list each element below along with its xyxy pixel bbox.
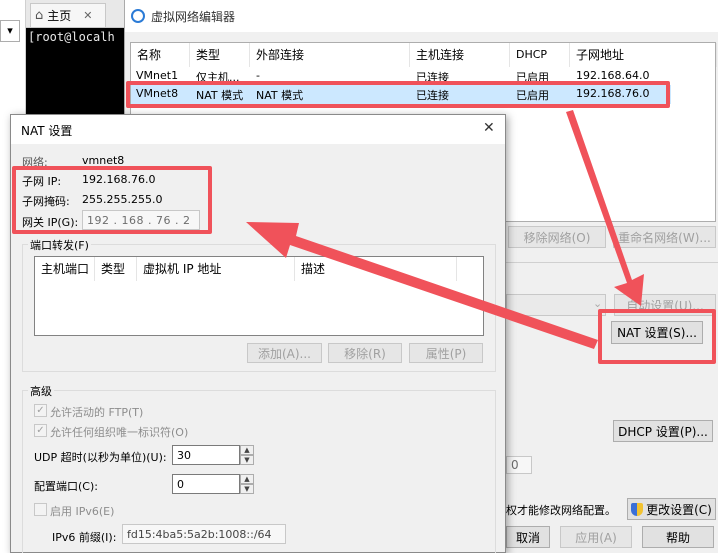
annotation-arrows (246, 110, 644, 349)
arrow-to-nat-button (566, 110, 644, 306)
arrow-to-ip-section (246, 222, 598, 349)
